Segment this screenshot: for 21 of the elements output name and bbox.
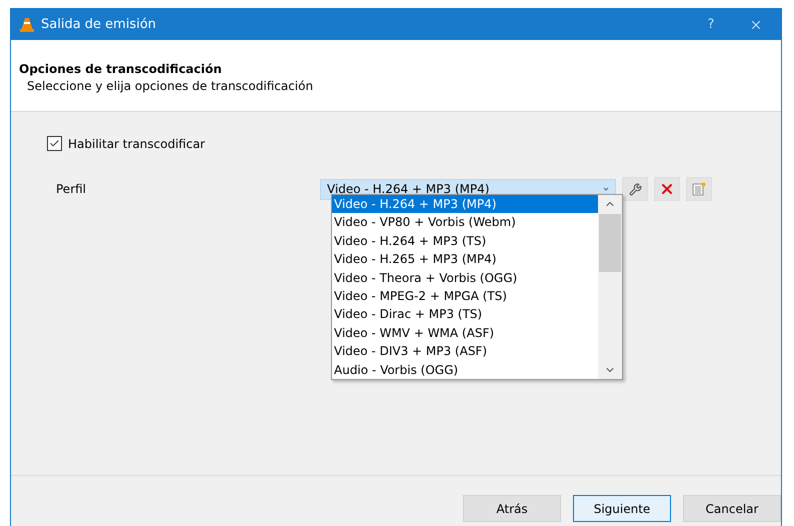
dialog-button[interactable]: Siguiente xyxy=(573,495,671,522)
checkbox-label: Habilitar transcodificar xyxy=(68,136,205,150)
wrench-button[interactable] xyxy=(622,177,648,201)
dialog-button[interactable]: Cancelar xyxy=(683,495,781,522)
section-subtitle: Seleccione y elija opciones de transcodificación xyxy=(26,79,314,93)
dropdown-option[interactable]: Audio - Vorbis (OGG) xyxy=(332,360,598,379)
traffic-cone-icon xyxy=(19,16,35,32)
profile-label: Perfil xyxy=(56,182,88,196)
caret-icon xyxy=(603,186,609,192)
new-profile-button[interactable] xyxy=(686,177,712,201)
cross-icon xyxy=(659,181,675,197)
scrollbar[interactable] xyxy=(598,195,622,379)
window-title: Salida de emisión xyxy=(41,17,158,32)
dropdown-option[interactable]: Video - H.264 + MP3 (MP4) xyxy=(332,195,598,214)
checkmark-icon xyxy=(49,138,60,149)
wrench-icon xyxy=(628,182,642,196)
delete-button[interactable] xyxy=(654,177,680,201)
checkbox[interactable] xyxy=(47,136,62,151)
document-icon xyxy=(692,182,706,196)
dialog-button[interactable]: Atrás xyxy=(463,495,561,522)
section-title: Opciones de transcodificación xyxy=(19,62,223,76)
